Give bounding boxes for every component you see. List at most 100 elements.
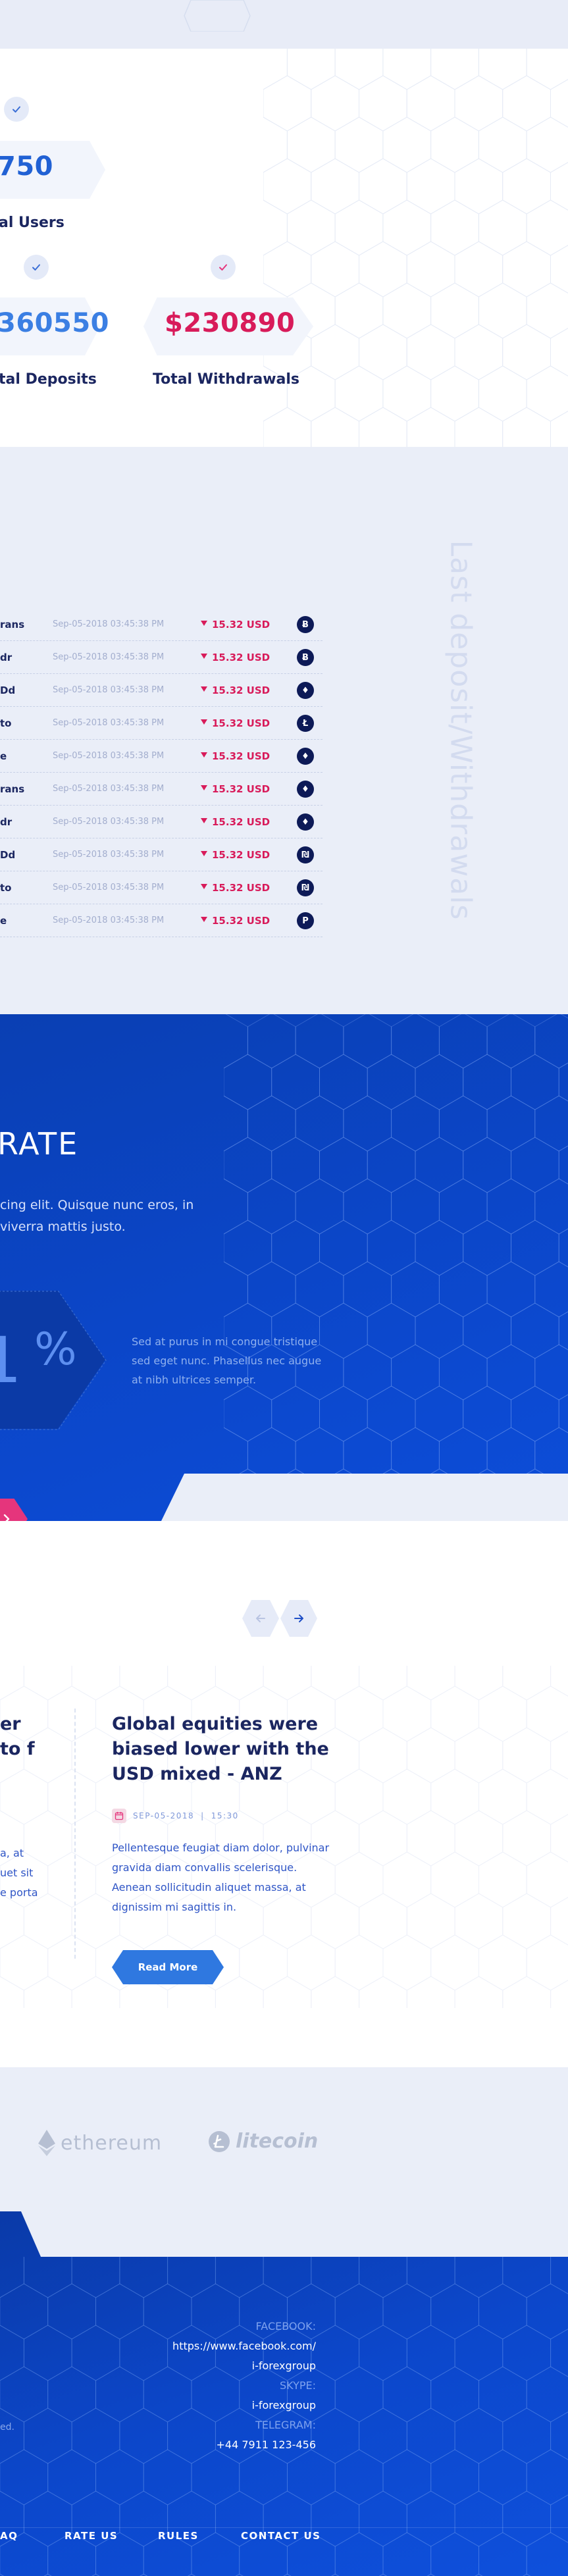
calendar-icon — [112, 1809, 126, 1823]
ethereum-icon: ♦ — [297, 781, 314, 798]
news-text: a, at uet sit e porta — [0, 1847, 38, 1899]
transaction-name: rans — [0, 783, 25, 795]
news-next-button[interactable] — [280, 1600, 317, 1637]
transaction-row: to Sep-05-2018 03:45:38 PM 15.32 USD Ł — [0, 707, 323, 740]
transaction-name: Dd — [0, 684, 16, 696]
transaction-amount: 15.32 USD — [212, 915, 271, 927]
news-divider — [74, 1709, 76, 1959]
transaction-amount: 15.32 USD — [212, 816, 271, 828]
stat-label-withdrawals: Total Withdrawals — [153, 371, 299, 388]
transaction-date: Sep-05-2018 03:45:38 PM — [53, 817, 165, 827]
arrow-down-icon — [201, 785, 207, 790]
skype-label: SKYPE: — [280, 2379, 316, 2392]
transaction-amount: 15.32 USD — [212, 882, 271, 894]
transaction-row: dr Sep-05-2018 03:45:38 PM 15.32 USD Ƀ — [0, 641, 323, 674]
ethereum-logo-icon — [38, 2130, 55, 2156]
news-date: SEP-05-2018 — [133, 1811, 195, 1820]
coin-icon: ₪ — [297, 879, 314, 896]
partner-ethereum[interactable]: ethereum — [38, 2130, 162, 2156]
rate-description: cing elit. Quisque nunc eros, in viverra… — [0, 1198, 194, 1234]
stat-label-deposits: tal Deposits — [0, 371, 97, 388]
news-title-text: er to f — [0, 1714, 35, 1759]
stats-section: 750 al Users 360550 tal Deposits $230890… — [0, 49, 568, 447]
transaction-amount: 15.32 USD — [212, 849, 271, 861]
news-meta-separator: | — [201, 1811, 205, 1820]
partner-name: ethereum — [61, 2131, 163, 2155]
rate-percent-value: 1 — [0, 1324, 22, 1397]
transaction-row: to Sep-05-2018 03:45:38 PM 15.32 USD ₪ — [0, 871, 323, 904]
bitcoin-icon: Ƀ — [297, 649, 314, 666]
transaction-date: Sep-05-2018 03:45:38 PM — [53, 685, 165, 695]
transaction-row: e Sep-05-2018 03:45:38 PM 15.32 USD P — [0, 904, 323, 937]
partner-litecoin[interactable]: litecoin — [208, 2130, 318, 2153]
hexagon-decoration — [184, 0, 251, 32]
transaction-amount: 15.32 USD — [212, 717, 271, 729]
rate-section: RATE cing elit. Quisque nunc eros, in vi… — [0, 1014, 568, 1521]
transaction-name: dr — [0, 652, 13, 663]
footer-link-rules[interactable]: RULES — [158, 2530, 199, 2542]
ethereum-icon: ♦ — [297, 682, 314, 699]
litecoin-logo-icon — [209, 2130, 230, 2152]
bitcoin-icon: Ƀ — [297, 616, 314, 633]
ethereum-icon: ♦ — [297, 748, 314, 765]
stat-value-withdrawals: $230890 — [165, 308, 296, 338]
transaction-name: e — [0, 915, 7, 927]
footer-link-rate-us[interactable]: RATE US — [65, 2530, 118, 2542]
p-coin-icon: P — [297, 912, 314, 929]
rate-title: RATE — [0, 1126, 79, 1162]
arrow-down-icon — [201, 719, 207, 725]
transaction-date: Sep-05-2018 03:45:38 PM — [53, 718, 165, 728]
transaction-date: Sep-05-2018 03:45:38 PM — [53, 883, 165, 892]
transaction-row: rans Sep-05-2018 03:45:38 PM 15.32 USD ♦ — [0, 773, 323, 806]
transaction-name: Dd — [0, 849, 16, 861]
arrow-down-icon — [201, 621, 207, 626]
facebook-link[interactable]: https://www.facebook.com/ — [172, 2336, 316, 2356]
hexagon-pattern-background — [263, 49, 568, 447]
footer-link-faq[interactable]: AQ — [0, 2530, 18, 2542]
transaction-name: to — [0, 717, 12, 729]
coin-icon: ₪ — [297, 846, 314, 863]
news-title[interactable]: er to f — [0, 1712, 39, 1762]
check-badge — [24, 255, 49, 280]
telegram-label: TELEGRAM: — [255, 2419, 316, 2431]
transaction-amount: 15.32 USD — [212, 783, 271, 795]
telegram-phone[interactable]: +44 7911 123-456 — [172, 2435, 316, 2455]
stat-value-deposits: 360550 — [0, 308, 109, 338]
news-title[interactable]: Global equities were biased lower with t… — [112, 1712, 336, 1787]
arrow-right-icon — [294, 1614, 303, 1622]
check-icon — [32, 264, 40, 270]
check-icon — [219, 264, 227, 270]
transaction-amount: 15.32 USD — [212, 619, 271, 631]
arrow-left-icon — [256, 1614, 265, 1622]
transaction-row: rans Sep-05-2018 03:45:38 PM 15.32 USD Ƀ — [0, 608, 323, 641]
transaction-row: Dd Sep-05-2018 03:45:38 PM 15.32 USD ♦ — [0, 674, 323, 707]
transaction-date: Sep-05-2018 03:45:38 PM — [53, 784, 165, 794]
transaction-row: Dd Sep-05-2018 03:45:38 PM 15.32 USD ₪ — [0, 838, 323, 871]
arrow-down-icon — [201, 851, 207, 856]
news-text: Pellentesque feugiat diam dolor, pulvina… — [112, 1842, 330, 1913]
stat-label-users: al Users — [0, 215, 65, 231]
ethereum-icon: ♦ — [297, 813, 314, 831]
transactions-section: rans Sep-05-2018 03:45:38 PM 15.32 USD Ƀdr S… — [0, 447, 568, 1014]
skype-handle[interactable]: i-forexgroup — [172, 2396, 316, 2415]
transaction-name: to — [0, 882, 12, 894]
copyright-text: ed. — [0, 2422, 14, 2433]
arrow-down-icon — [201, 917, 207, 922]
facebook-handle[interactable]: i-forexgroup — [172, 2356, 316, 2376]
transactions-vertical-title: Last deposit/Withdrawals — [434, 519, 487, 940]
arrow-down-icon — [201, 654, 207, 659]
rate-background — [0, 1014, 568, 1521]
transaction-date: Sep-05-2018 03:45:38 PM — [53, 850, 165, 860]
transaction-date: Sep-05-2018 03:45:38 PM — [53, 751, 165, 761]
arrow-down-icon — [201, 686, 207, 692]
footer-link-contact-us[interactable]: CONTACT US — [241, 2530, 321, 2542]
read-more-button[interactable]: Read More — [112, 1950, 224, 1984]
transaction-amount: 15.32 USD — [212, 652, 271, 663]
facebook-label: FACEBOOK: — [255, 2320, 316, 2332]
news-prev-button[interactable] — [242, 1600, 279, 1637]
news-meta: SEP-05-2018 | 15:30 — [112, 1809, 239, 1823]
chevron-right-icon — [3, 1514, 10, 1521]
arrow-down-icon — [201, 818, 207, 823]
rate-percent-sign: % — [34, 1324, 77, 1376]
rate-side-text: Sed at purus in mi congue tristique sed … — [132, 1335, 322, 1386]
